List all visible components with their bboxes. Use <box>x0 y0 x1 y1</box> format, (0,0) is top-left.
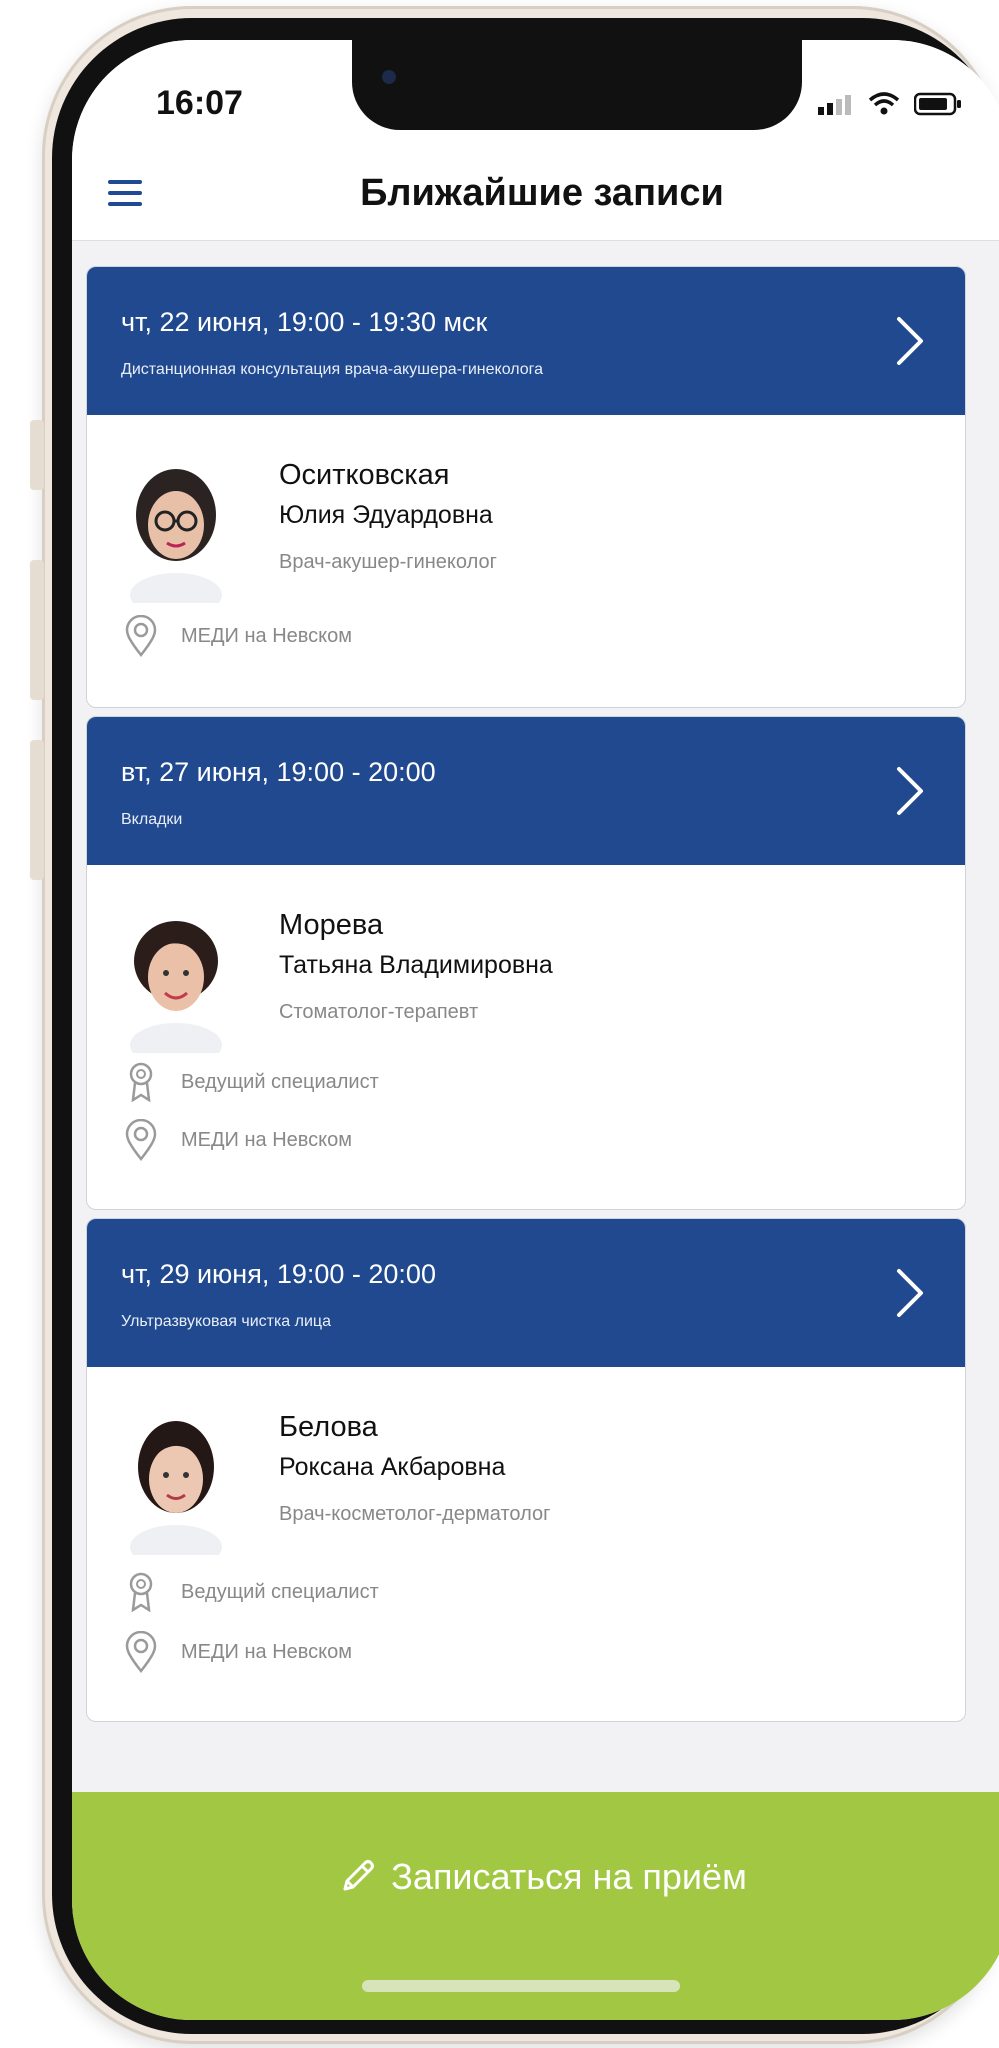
doctor-avatar <box>130 921 222 1053</box>
location-row: МЕДИ на Невском <box>123 1119 352 1161</box>
doctor-avatar <box>130 1421 222 1555</box>
award-ribbon-icon <box>123 1571 159 1613</box>
phone-side-button <box>30 560 44 700</box>
status-time: 16:07 <box>156 84 243 122</box>
doctor-specialty: Врач-косметолог-дерматолог <box>279 1503 551 1525</box>
doctor-specialty: Стоматолог-терапевт <box>279 1001 479 1023</box>
appointment-card[interactable]: чт, 29 июня, 19:00 - 20:00 Ультразвукова… <box>86 1218 966 1722</box>
book-appointment-content: Записаться на приём <box>72 1856 999 1898</box>
status-icons <box>818 92 962 116</box>
notch <box>352 40 802 130</box>
appointment-card[interactable]: чт, 22 июня, 19:00 - 19:30 мск Дистанцио… <box>86 266 966 708</box>
doctor-last-name: Морева <box>279 909 384 941</box>
award-ribbon-icon <box>123 1061 159 1103</box>
rank-row: Ведущий специалист <box>123 1061 379 1103</box>
home-indicator[interactable] <box>362 1980 680 1992</box>
appointment-service: Дистанционная консультация врача-акушера… <box>121 361 544 378</box>
appointment-header[interactable]: вт, 27 июня, 19:00 - 20:00 Вкладки <box>87 717 965 865</box>
appointment-card[interactable]: вт, 27 июня, 19:00 - 20:00 Вкладки Морев… <box>86 716 966 1210</box>
rank-row: Ведущий специалист <box>123 1571 379 1613</box>
appointment-service: Вкладки <box>121 811 183 828</box>
pencil-icon <box>343 1860 375 1891</box>
phone-side-button <box>30 420 44 490</box>
doctor-last-name: Белова <box>279 1411 378 1443</box>
appointment-datetime: чт, 22 июня, 19:00 - 19:30 мск <box>121 307 488 337</box>
phone-side-button <box>30 740 44 880</box>
appointment-datetime: чт, 29 июня, 19:00 - 20:00 <box>121 1259 436 1289</box>
doctor-first-names: Татьяна Владимировна <box>279 951 553 979</box>
chevron-right-icon[interactable] <box>895 765 925 817</box>
doctor-rank: Ведущий специалист <box>181 1070 379 1093</box>
chevron-right-icon[interactable] <box>895 315 925 367</box>
doctor-avatar <box>130 469 222 603</box>
clinic-location: МЕДИ на Невском <box>181 1128 353 1151</box>
location-pin-icon <box>123 615 159 657</box>
wifi-icon <box>868 92 900 115</box>
clinic-location: МЕДИ на Невском <box>181 624 353 647</box>
location-row: МЕДИ на Невском <box>123 1631 352 1673</box>
appointment-datetime: вт, 27 июня, 19:00 - 20:00 <box>121 757 436 787</box>
signal-icon <box>818 95 851 115</box>
page-title: Ближайшие записи <box>360 172 724 214</box>
navigation-bar: Ближайшие записи <box>72 140 999 241</box>
location-pin-icon <box>123 1119 159 1161</box>
appointment-header[interactable]: чт, 29 июня, 19:00 - 20:00 Ультразвукова… <box>87 1219 965 1367</box>
book-appointment-label: Записаться на приём <box>391 1856 747 1897</box>
location-row: МЕДИ на Невском <box>123 615 352 657</box>
clinic-location: МЕДИ на Невском <box>181 1640 353 1663</box>
doctor-first-names: Роксана Акбаровна <box>279 1453 506 1481</box>
location-pin-icon <box>123 1631 159 1673</box>
battery-icon <box>914 92 961 116</box>
camera <box>382 70 396 84</box>
chevron-right-icon[interactable] <box>895 1267 925 1319</box>
appointment-service: Ультразвуковая чистка лица <box>121 1313 331 1330</box>
doctor-first-names: Юлия Эдуардовна <box>279 501 493 529</box>
phone-screen: 16:07 Ближайшие записи чт, 22 июня, 19:0… <box>72 40 999 2020</box>
doctor-specialty: Врач-акушер-гинеколог <box>279 551 497 573</box>
appointment-header[interactable]: чт, 22 июня, 19:00 - 19:30 мск Дистанцио… <box>87 267 965 415</box>
doctor-rank: Ведущий специалист <box>181 1580 379 1603</box>
doctor-last-name: Оситковская <box>279 459 450 491</box>
